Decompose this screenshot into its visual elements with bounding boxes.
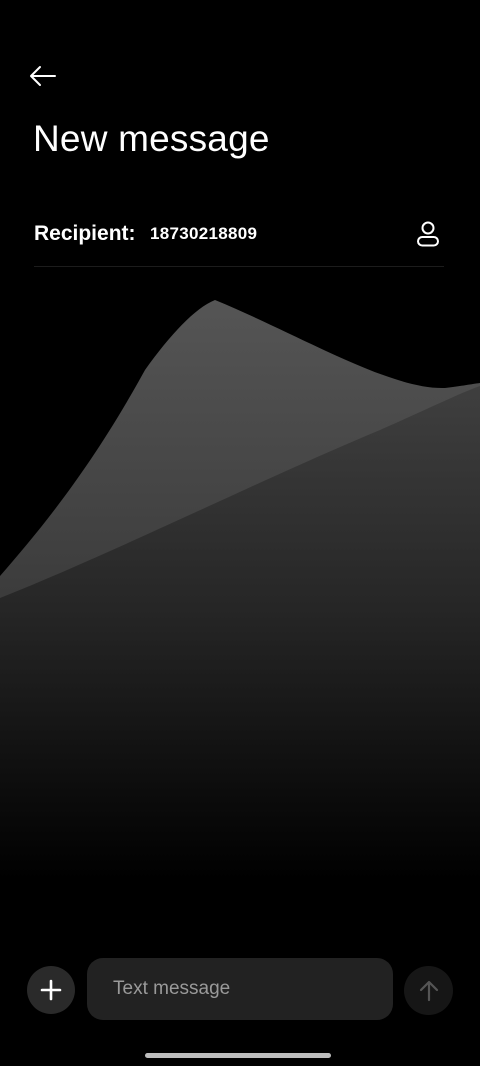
home-indicator[interactable]	[145, 1053, 331, 1058]
page-title: New message	[33, 118, 270, 159]
person-icon	[417, 221, 439, 247]
divider	[34, 266, 444, 267]
add-attachment-button[interactable]	[27, 966, 75, 1014]
contact-picker-button[interactable]	[412, 218, 444, 250]
plus-icon	[40, 979, 62, 1001]
arrow-up-icon	[419, 980, 438, 1001]
send-button[interactable]	[404, 966, 453, 1015]
back-button[interactable]	[22, 58, 62, 94]
arrow-left-icon	[30, 66, 56, 86]
recipient-label: Recipient:	[34, 222, 136, 245]
composer-bar	[0, 956, 480, 1022]
recipient-row: Recipient: 18730218809	[34, 212, 444, 260]
background-wallpaper	[0, 300, 480, 880]
recipient-field[interactable]: 18730218809	[150, 224, 257, 244]
message-input[interactable]	[87, 958, 393, 1020]
